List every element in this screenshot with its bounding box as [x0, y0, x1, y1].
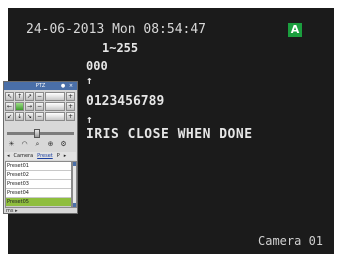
magnifier-icon[interactable]: ⌕	[32, 140, 43, 149]
focus-far-icon[interactable]: +	[66, 102, 75, 111]
auto-scan-icon[interactable]: ⊕	[45, 140, 56, 149]
wiper-icon[interactable]: ◠	[19, 140, 30, 149]
pan-up-right-button[interactable]: ↗	[25, 92, 34, 101]
more-options-label: ms	[6, 208, 14, 214]
iris-bar[interactable]	[45, 112, 65, 121]
pin-icon[interactable]: ●	[60, 83, 66, 89]
preset-item[interactable]: Preset02	[6, 171, 71, 180]
osd-datetime: 24-06-2013 Mon 08:54:47	[26, 22, 207, 37]
pan-up-button[interactable]: ↑	[15, 92, 24, 101]
ptz-tabs: ◂ Camera Preset P ▸	[5, 152, 76, 160]
ptz-panel-title: PTZ	[4, 82, 77, 90]
preset-list: Preset01 Preset02 Preset03 Preset04 Pres…	[5, 161, 72, 208]
focus-bar[interactable]	[45, 102, 65, 111]
close-icon[interactable]: ×	[68, 83, 74, 89]
preset-list-scrollbar[interactable]	[72, 161, 77, 208]
iris-close-icon[interactable]: −	[35, 112, 44, 121]
pan-down-left-button[interactable]: ↙	[5, 112, 14, 121]
ptz-direction-grid: ↖ ↑ ↗ − + ← → − + ↙ ↓ ↘ − +	[5, 92, 76, 122]
pan-down-right-button[interactable]: ↘	[25, 112, 34, 121]
pan-left-button[interactable]: ←	[5, 102, 14, 111]
more-options[interactable]: ms ▸	[6, 208, 18, 214]
status-indicator-icon: A	[288, 23, 302, 37]
osd-instruction-text: IRIS CLOSE WHEN DONE	[86, 127, 253, 142]
tab-next-arrow-icon[interactable]: ▸	[62, 152, 69, 160]
preset-item[interactable]: Preset01	[6, 162, 71, 171]
zoom-out-icon[interactable]: −	[35, 92, 44, 101]
osd-up-arrow-icon: ↑	[86, 74, 93, 87]
speed-slider-track[interactable]	[7, 132, 74, 135]
ptz-center-button[interactable]	[15, 102, 24, 111]
preset-item[interactable]: Preset03	[6, 180, 71, 189]
light-icon[interactable]: ☀	[6, 140, 17, 149]
tab-patrol[interactable]: P	[55, 152, 62, 160]
camera-label: Camera 01	[258, 234, 324, 248]
tab-camera[interactable]: Camera	[12, 152, 36, 160]
osd-value-text: 000	[86, 59, 108, 73]
osd-range-text: 1~255	[102, 41, 139, 55]
pan-down-button[interactable]: ↓	[15, 112, 24, 121]
osd-up-arrow-icon: ↑	[86, 113, 93, 126]
ptz-panel: PTZ ● × ↖ ↑ ↗ − + ← → − + ↙ ↓ ↘ − + ☀ ◠ …	[3, 81, 78, 214]
pan-right-button[interactable]: →	[25, 102, 34, 111]
scroll-up-icon[interactable]	[73, 162, 76, 166]
focus-near-icon[interactable]: −	[35, 102, 44, 111]
preset-item-selected[interactable]: Preset05	[6, 198, 71, 207]
expand-arrow-icon: ▸	[15, 208, 18, 214]
pan-up-left-button[interactable]: ↖	[5, 92, 14, 101]
zoom-bar[interactable]	[45, 92, 65, 101]
settings-icon[interactable]: ⚙	[58, 140, 69, 149]
ptz-tool-row: ☀ ◠ ⌕ ⊕ ⚙	[6, 140, 71, 149]
osd-digits-text: 0123456789	[86, 94, 165, 109]
tab-preset[interactable]: Preset	[35, 152, 55, 160]
iris-open-icon[interactable]: +	[66, 112, 75, 121]
preset-item[interactable]: Preset04	[6, 189, 71, 198]
speed-slider-handle[interactable]	[34, 129, 40, 138]
camera-viewer: 24-06-2013 Mon 08:54:47 A 1~255 000 ↑ 01…	[0, 0, 342, 258]
scroll-down-icon[interactable]	[73, 203, 76, 207]
zoom-in-icon[interactable]: +	[66, 92, 75, 101]
